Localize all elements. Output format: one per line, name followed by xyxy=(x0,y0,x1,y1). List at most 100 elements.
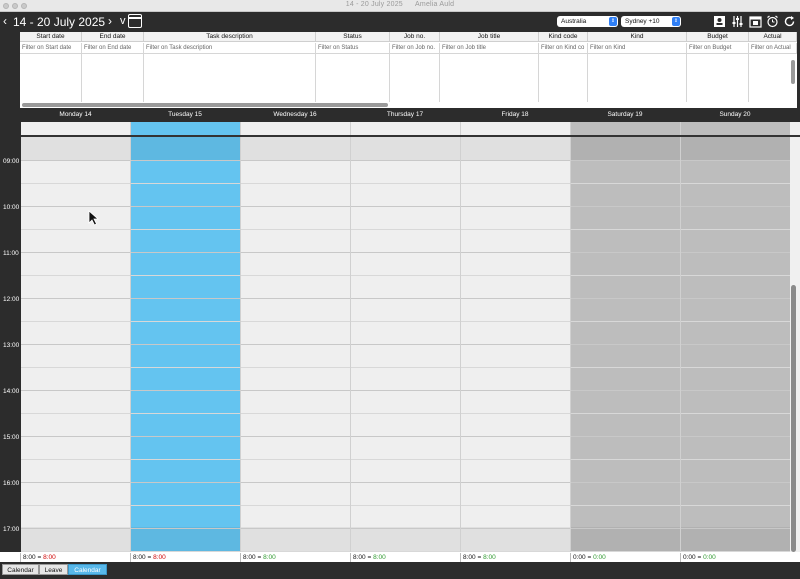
window-title: 14 - 20 July 2025 Amelia Auld xyxy=(0,1,800,8)
day-header-monday[interactable]: Monday 14 xyxy=(21,111,130,118)
calendar-day-icon[interactable] xyxy=(749,15,762,28)
filter-status[interactable]: Filter on Status xyxy=(316,43,390,54)
col-header-kind-code[interactable]: Kind code xyxy=(539,32,588,42)
total-sunday-value: 0:00 xyxy=(703,554,716,561)
day-column-wednesday[interactable] xyxy=(240,122,350,552)
total-sunday: 0:00 = 0:00 xyxy=(680,553,790,562)
filter-task-description[interactable]: Filter on Task description xyxy=(144,43,316,54)
mouse-pointer-icon xyxy=(88,210,100,226)
time-label: 11:00 xyxy=(3,250,19,257)
col-header-actual[interactable]: Actual xyxy=(749,32,797,42)
half-hour-gridline xyxy=(21,275,790,276)
time-label: 16:00 xyxy=(3,480,20,487)
day-header-saturday[interactable]: Saturday 19 xyxy=(570,111,680,118)
app-window: 14 - 20 July 2025 Amelia Auld ‹ 14 - 20 … xyxy=(0,0,800,579)
filter-job-no[interactable]: Filter on Job no. xyxy=(390,43,440,54)
hour-gridline xyxy=(21,160,790,161)
time-label: 09:00 xyxy=(3,158,20,165)
col-header-task-description[interactable]: Task description xyxy=(144,32,316,42)
col-header-kind[interactable]: Kind xyxy=(588,32,687,42)
view-toggle[interactable]: v xyxy=(120,15,126,27)
total-monday-value: 8:00 xyxy=(43,554,56,561)
hour-gridline xyxy=(21,528,790,529)
task-grid: Start date End date Task description Sta… xyxy=(20,32,797,108)
all-day-divider xyxy=(21,135,800,137)
time-label: 12:00 xyxy=(3,296,20,303)
updown-arrows-icon: ⇕ xyxy=(672,17,680,26)
grid-column-divider xyxy=(20,54,82,102)
week-calendar: 09:00 10:00 11:00 12:00 13:00 14:00 15:0… xyxy=(0,122,800,552)
region-select-value: Australia xyxy=(561,18,587,25)
grid-column-divider xyxy=(687,54,749,102)
filter-budget[interactable]: Filter on Budget xyxy=(687,43,749,54)
total-saturday-value: 0:00 xyxy=(593,554,606,561)
day-header-wednesday[interactable]: Wednesday 16 xyxy=(240,111,350,118)
time-label: 10:00 xyxy=(3,204,20,211)
title-bar: 14 - 20 July 2025 Amelia Auld xyxy=(0,0,800,12)
filter-kind[interactable]: Filter on Kind xyxy=(588,43,687,54)
col-header-job-no[interactable]: Job no. xyxy=(390,32,440,42)
filter-job-title[interactable]: Filter on Job title xyxy=(440,43,539,54)
total-friday-label: 8:00 = xyxy=(463,554,484,561)
day-header-sunday[interactable]: Sunday 20 xyxy=(680,111,790,118)
day-header-tuesday[interactable]: Tuesday 15 xyxy=(130,111,240,118)
calendar-picker-icon[interactable] xyxy=(128,14,142,28)
total-tuesday-label: 8:00 = xyxy=(133,554,154,561)
day-column-sunday[interactable] xyxy=(680,122,790,552)
hour-gridline xyxy=(21,252,790,253)
total-thursday: 8:00 = 8:00 xyxy=(350,553,460,562)
alarm-clock-icon[interactable] xyxy=(766,15,779,28)
day-divider xyxy=(680,122,681,552)
horizontal-scrollbar[interactable] xyxy=(22,103,388,107)
day-divider xyxy=(240,122,241,552)
day-column-thursday[interactable] xyxy=(350,122,460,552)
region-select[interactable]: Australia ⇕ xyxy=(557,16,618,27)
tab-calendar-active[interactable]: Calendar xyxy=(68,564,107,575)
filter-kind-code[interactable]: Filter on Kind co xyxy=(539,43,588,54)
day-column-saturday[interactable] xyxy=(570,122,680,552)
filter-start-date[interactable]: Filter on Start date xyxy=(20,43,82,54)
total-wednesday-label: 8:00 = xyxy=(243,554,264,561)
sliders-icon[interactable] xyxy=(731,15,744,28)
grid-filter-row: Filter on Start date Filter on End date … xyxy=(20,43,797,54)
total-friday: 8:00 = 8:00 xyxy=(460,553,570,562)
grid-vertical-scrollbar[interactable] xyxy=(791,60,795,84)
col-header-start-date[interactable]: Start date xyxy=(20,32,82,42)
hour-gridline xyxy=(21,298,790,299)
col-header-status[interactable]: Status xyxy=(316,32,390,42)
day-header-row: Monday 14 Tuesday 15 Wednesday 16 Thursd… xyxy=(0,108,800,122)
hour-gridline xyxy=(21,344,790,345)
day-divider xyxy=(130,122,131,552)
filter-actual[interactable]: Filter on Actual xyxy=(749,43,797,54)
col-header-end-date[interactable]: End date xyxy=(82,32,144,42)
refresh-icon[interactable] xyxy=(783,15,796,28)
day-column-monday[interactable] xyxy=(21,122,130,552)
day-header-thursday[interactable]: Thursday 17 xyxy=(350,111,460,118)
filter-end-date[interactable]: Filter on End date xyxy=(82,43,144,54)
toolbar: ‹ 14 - 20 July 2025 › v Australia ⇕ Sydn… xyxy=(0,12,800,32)
grid-column-divider xyxy=(82,54,144,102)
total-thursday-label: 8:00 = xyxy=(353,554,374,561)
grid-column-divider xyxy=(539,54,588,102)
grid-column-divider xyxy=(440,54,539,102)
time-label: 14:00 xyxy=(3,388,20,395)
tab-calendar[interactable]: Calendar xyxy=(2,564,39,575)
half-hour-gridline xyxy=(21,229,790,230)
chevron-left-icon[interactable]: ‹ xyxy=(3,14,7,28)
day-header-friday[interactable]: Friday 18 xyxy=(460,111,570,118)
tab-leave[interactable]: Leave xyxy=(39,564,68,575)
total-tuesday: 8:00 = 8:00 xyxy=(130,553,240,562)
day-column-tuesday-selected[interactable] xyxy=(130,122,240,552)
chevron-right-icon[interactable]: › xyxy=(108,14,112,28)
contacts-icon[interactable] xyxy=(713,15,726,28)
timezone-select[interactable]: Sydney +10 ⇕ xyxy=(621,16,681,27)
half-hour-gridline xyxy=(21,459,790,460)
grid-column-divider xyxy=(144,54,316,102)
day-column-friday[interactable] xyxy=(460,122,570,552)
total-monday-label: 8:00 = xyxy=(23,554,44,561)
col-header-budget[interactable]: Budget xyxy=(687,32,749,42)
off-hours-shade xyxy=(21,137,790,160)
col-header-job-title[interactable]: Job title xyxy=(440,32,539,42)
date-range-label: 14 - 20 July 2025 xyxy=(13,15,106,29)
calendar-vertical-scrollbar[interactable] xyxy=(791,285,796,552)
